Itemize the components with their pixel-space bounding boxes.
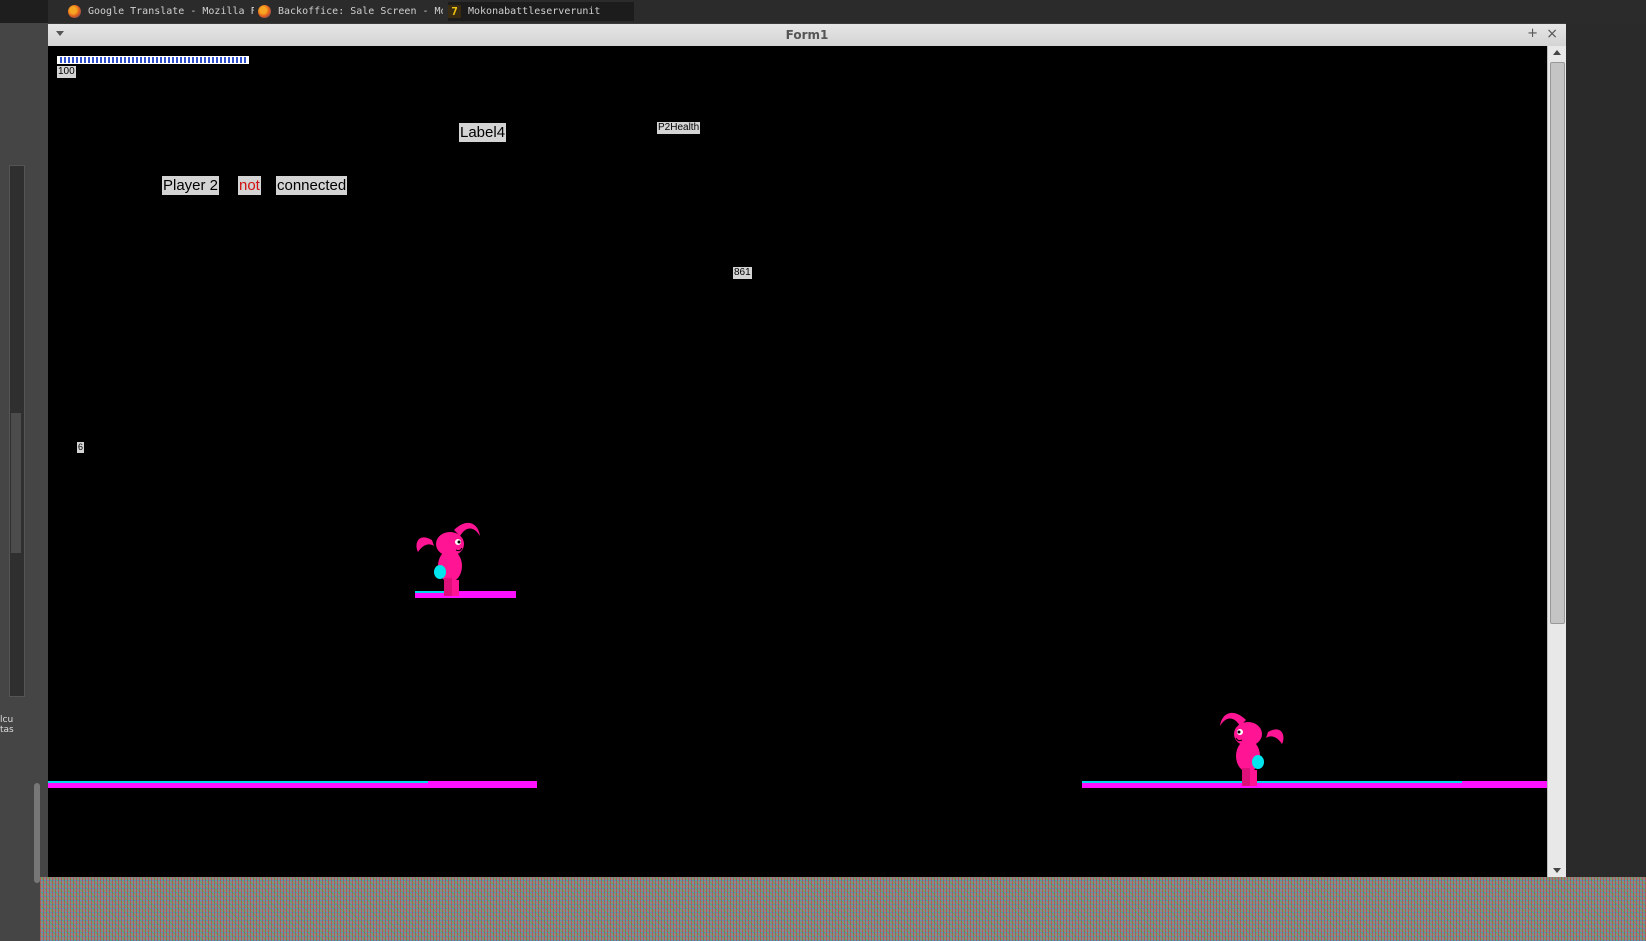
game-canvas[interactable]: 100 Label4 P2Health Player 2 not connect… — [48, 46, 1548, 877]
background-app-text-line: lcu — [0, 715, 14, 725]
background-app-strip: lcu tas — [0, 23, 48, 941]
qt-creator-icon: 7 — [448, 5, 461, 18]
player2-health-label: P2Health — [657, 122, 701, 134]
taskbar: Google Translate - Mozilla Firefox Backo… — [0, 0, 1646, 23]
player2-label: Player 2 — [162, 176, 220, 195]
platform-edge — [48, 781, 428, 783]
taskbar-item-label: Backoffice: Sale Screen - Mozilla… — [278, 6, 443, 17]
pin-button[interactable]: + — [1527, 26, 1538, 41]
small-value-label: 6 — [77, 442, 85, 453]
ground-platform-right — [1082, 781, 1548, 788]
window-titlebar[interactable]: Form1 + × — [48, 24, 1566, 47]
background-app-scroll-thumb[interactable] — [11, 413, 21, 553]
firefox-icon — [258, 5, 271, 18]
not-label: not — [238, 176, 261, 195]
player1-health-value: 100 — [57, 66, 76, 78]
player1-sprite — [416, 522, 480, 596]
scroll-up-icon[interactable] — [1553, 50, 1561, 55]
taskbar-item-label: Google Translate - Mozilla Firefox — [88, 6, 254, 17]
background-app-text-line: tas — [0, 725, 14, 735]
background-app-scrollbar-secondary[interactable] — [34, 783, 40, 883]
taskbar-left-cap — [0, 0, 48, 23]
scroll-down-icon[interactable] — [1553, 868, 1561, 873]
scroll-thumb[interactable] — [1550, 62, 1565, 624]
background-app-text: lcu tas — [0, 715, 14, 735]
desktop-right-edge — [1566, 23, 1646, 877]
counter-label: 861 — [733, 267, 752, 279]
taskbar-item-google-translate[interactable]: Google Translate - Mozilla Firefox — [68, 2, 254, 21]
player2-sprite — [1220, 712, 1284, 786]
taskbar-item-label: Mokonabattleserverunit — [468, 6, 601, 17]
desktop-noise-strip — [40, 877, 1646, 941]
ground-platform-left — [48, 781, 537, 788]
firefox-icon — [68, 5, 81, 18]
vertical-scrollbar[interactable] — [1547, 46, 1566, 877]
label4: Label4 — [459, 123, 507, 142]
form1-window: Form1 + × 100 Label4 P2Health Player 2 n… — [48, 24, 1566, 877]
connected-label: connected — [276, 176, 348, 195]
window-title: Form1 — [785, 28, 829, 42]
taskbar-item-mokonabattleserverunit[interactable]: 7 Mokonabattleserverunit — [448, 2, 634, 21]
taskbar-item-backoffice[interactable]: Backoffice: Sale Screen - Mozilla… — [258, 2, 443, 21]
player1-health-bar — [57, 56, 249, 64]
close-button[interactable]: × — [1546, 26, 1558, 42]
